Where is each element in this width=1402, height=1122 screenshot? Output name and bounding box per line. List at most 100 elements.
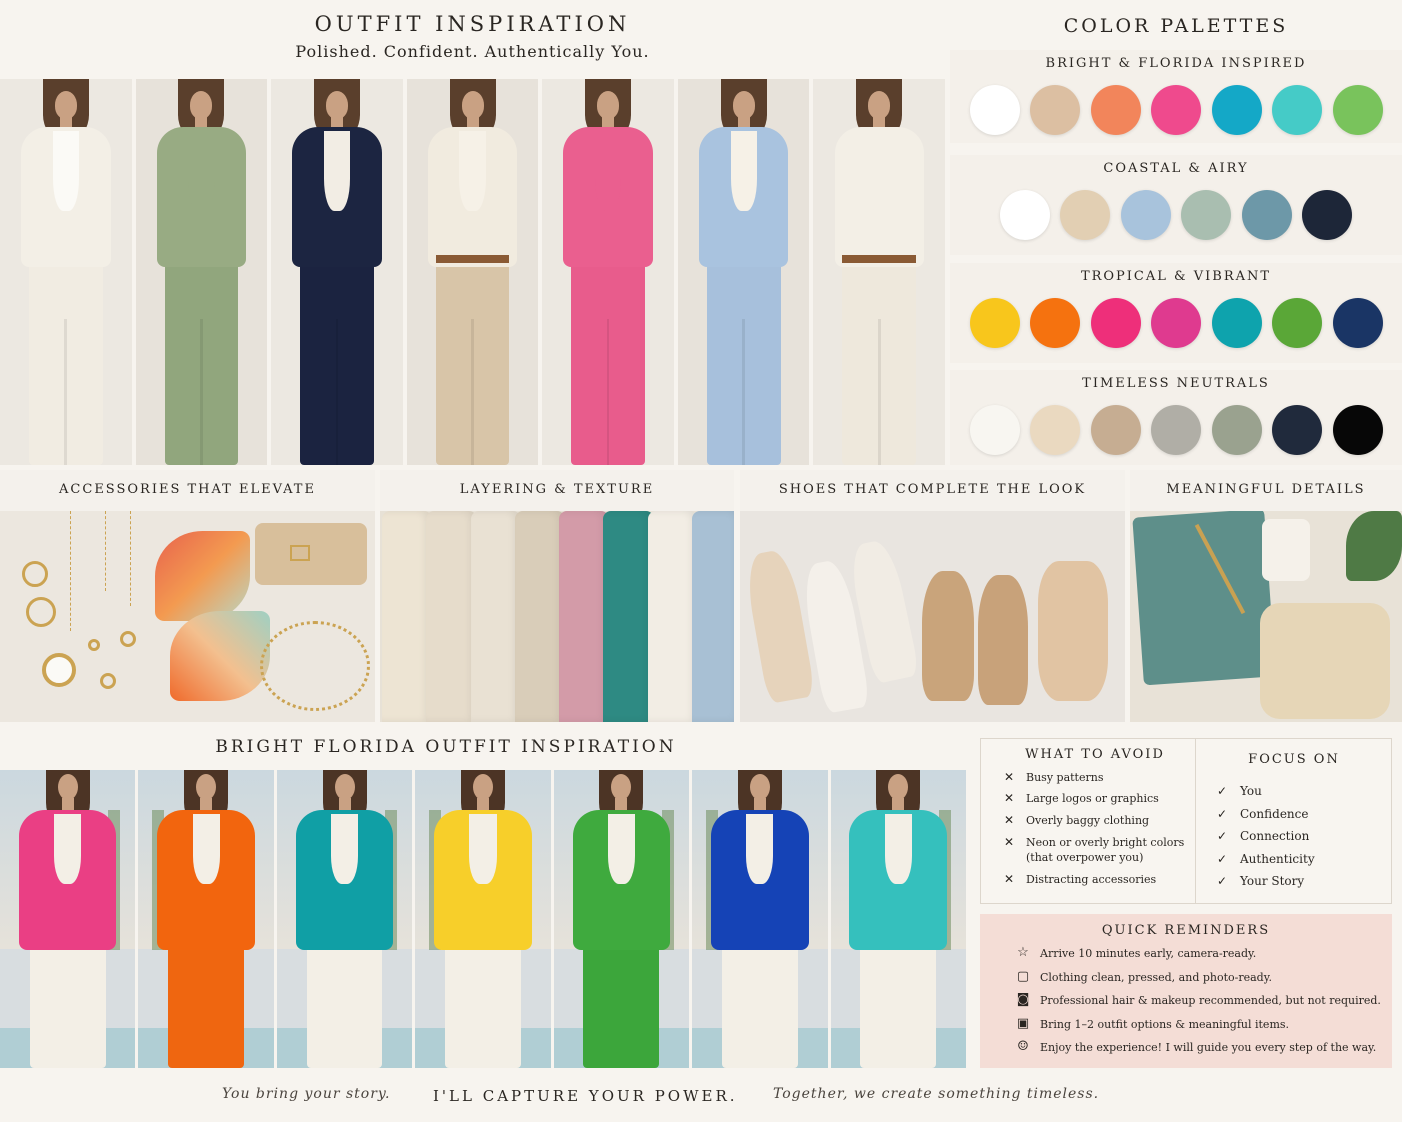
necklace-chain [70, 511, 71, 631]
earring-hoop [22, 561, 48, 587]
bag-icon: ▣ [1016, 1015, 1030, 1031]
outfit-photo [135, 79, 268, 465]
check-icon: ✓ [1217, 829, 1228, 843]
layering-image [380, 511, 734, 722]
sandal [1038, 561, 1108, 701]
candle [1262, 519, 1310, 581]
outfit-leg-gap [200, 319, 203, 465]
outfit-inner-layer [730, 131, 757, 211]
color-swatch [1151, 298, 1201, 348]
palette-group: COASTAL & AIRY [950, 155, 1402, 255]
outfit-photo [542, 79, 674, 465]
reminder-text: Bring 1–2 outfit options & meaningful it… [1040, 1017, 1290, 1031]
ring [120, 631, 136, 647]
model-head [334, 774, 355, 800]
necklace-chain [130, 511, 131, 606]
plant-leaves [1346, 511, 1402, 581]
color-swatch [1272, 298, 1322, 348]
color-swatch [969, 405, 1020, 455]
bright-outfit-photo [138, 770, 274, 1068]
check-icon: ✓ [1217, 806, 1228, 821]
color-swatch [969, 298, 1020, 348]
top-outfit-gallery [0, 79, 946, 465]
avoid-title: WHAT TO AVOID [1025, 747, 1165, 762]
layering-section: LAYERING & TEXTURE [380, 470, 734, 722]
outfit-inner-layer [331, 814, 359, 884]
footer-center-tagline: I'LL CAPTURE YOUR POWER. [433, 1087, 738, 1105]
color-swatch [969, 85, 1020, 135]
reminders-title: QUICK REMINDERS [1101, 923, 1271, 938]
color-swatch [1090, 298, 1141, 348]
color-swatch [1302, 190, 1353, 240]
page-subtitle: Polished. Confident. Authentically You. [295, 42, 650, 61]
color-swatch [1332, 85, 1383, 135]
focus-item-label: Authenticity [1240, 851, 1315, 866]
outfit-leg-gap [606, 319, 610, 465]
outfit-belt [842, 255, 917, 263]
color-swatch [1151, 405, 1201, 455]
avoid-item-label: Overly baggy clothing [1026, 814, 1150, 827]
header: OUTFIT INSPIRATION Polished. Confident. … [0, 10, 945, 78]
palette-name: COASTAL & AIRY [1103, 161, 1249, 176]
pendant [88, 639, 100, 651]
page-title: OUTFIT INSPIRATION [314, 12, 631, 36]
fabric-swatch [603, 511, 654, 722]
outfit-inner-layer [52, 131, 79, 211]
outfit-leg-gap [471, 319, 474, 465]
fabric-swatch [691, 511, 734, 722]
outfit-inner-layer [459, 131, 486, 211]
footer-right-tagline: Together, we create something timeless. [773, 1086, 1100, 1102]
accessories-section: ACCESSORIES THAT ELEVATE [0, 470, 375, 722]
focus-title: FOCUS ON [1248, 752, 1340, 767]
loafer [922, 571, 974, 701]
color-swatch [1151, 85, 1201, 135]
check-icon: ✓ [1217, 784, 1228, 798]
outfit-inner-layer [188, 131, 215, 211]
shoes-section: SHOES THAT COMPLETE THE LOOK [740, 470, 1125, 722]
scarf [170, 611, 270, 701]
fabric-swatch [470, 511, 521, 722]
x-icon: ✕ [1004, 791, 1015, 805]
outfit-inner-layer [192, 814, 220, 884]
outfit-belt [435, 255, 510, 263]
bright-outfits-title: BRIGHT FLORIDA OUTFIT INSPIRATION [215, 737, 677, 757]
outfit-inner-layer [323, 131, 351, 211]
outfit-photo [677, 79, 810, 465]
x-icon: ✕ [1004, 872, 1015, 886]
color-swatch [1090, 405, 1141, 455]
details-image [1130, 511, 1402, 722]
straw-bag [1260, 603, 1390, 719]
x-icon: ✕ [1004, 835, 1015, 849]
fabric-swatch [426, 511, 477, 722]
color-swatch [1030, 85, 1080, 135]
outfit-leg-gap [742, 319, 745, 465]
model-head [749, 774, 770, 800]
bright-outfit-photo [276, 770, 413, 1068]
loafer [978, 575, 1028, 705]
shoes-image [740, 511, 1125, 722]
color-swatch [1332, 298, 1383, 348]
fabric-swatch [514, 511, 565, 722]
palettes-title: COLOR PALETTES [1063, 15, 1289, 37]
palette-name: TIMELESS NEUTRALS [1082, 376, 1270, 391]
accessories-image [0, 511, 375, 722]
smile-icon: ☺ [1017, 1039, 1029, 1054]
details-label: MEANINGFUL DETAILS [1166, 482, 1366, 497]
focus-item-label: Confidence [1240, 806, 1309, 821]
reminder-text: Clothing clean, pressed, and photo-ready… [1040, 970, 1272, 984]
x-icon: ✕ [1004, 770, 1015, 784]
outfit-leg-gap [335, 319, 339, 465]
bright-outfit-photo [0, 770, 136, 1068]
palette-group: TIMELESS NEUTRALS [950, 370, 1402, 465]
color-swatch [1211, 298, 1262, 348]
color-swatch [999, 190, 1050, 240]
focus-item-label: Connection [1240, 829, 1310, 843]
color-swatch [1090, 85, 1141, 135]
focus-item-label: Your Story [1240, 874, 1305, 888]
outfit-inner-layer [884, 814, 912, 884]
avoid-item-label: Distracting accessories [1026, 873, 1157, 886]
outfit-inner-layer [469, 814, 497, 884]
watch [42, 653, 76, 687]
bright-outfit-gallery [0, 770, 966, 1068]
color-swatch [1241, 190, 1292, 240]
